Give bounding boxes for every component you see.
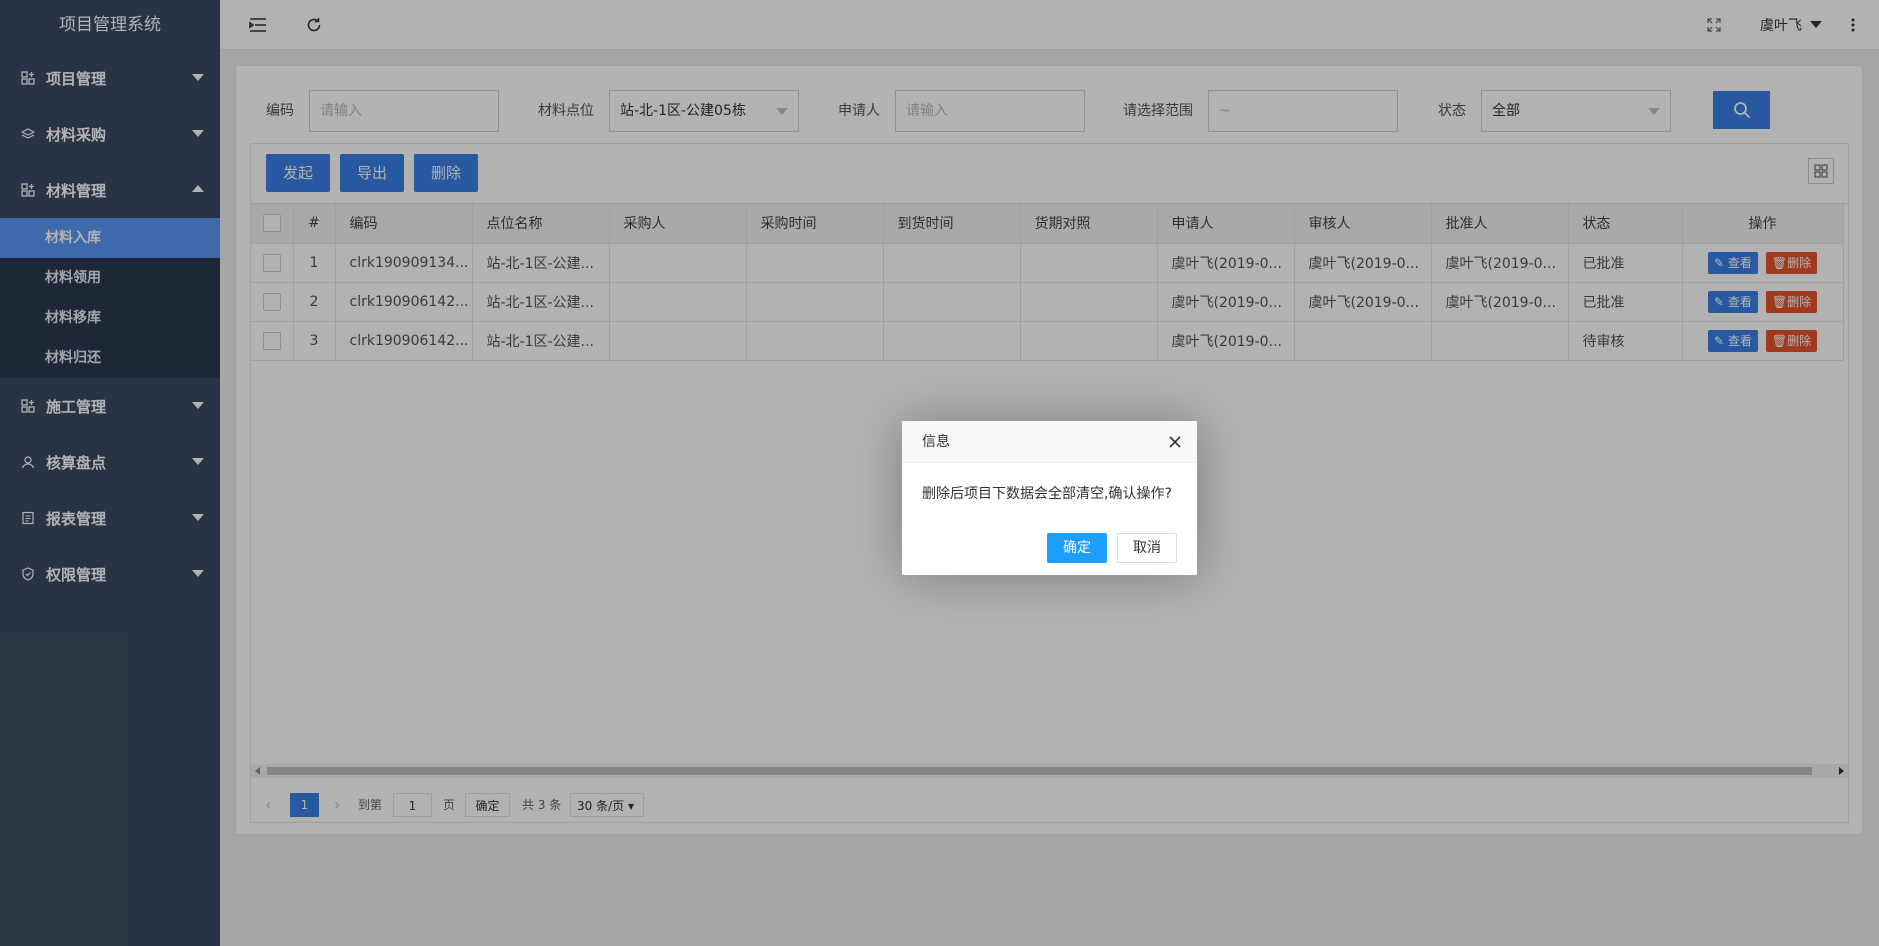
confirm-dialog: 信息 删除后项目下数据会全部清空,确认操作? 确定 取消 xyxy=(902,421,1197,575)
dialog-cancel-button[interactable]: 取消 xyxy=(1117,533,1177,563)
dialog-title: 信息 xyxy=(902,421,1197,463)
close-icon[interactable] xyxy=(1167,434,1183,450)
dialog-message: 删除后项目下数据会全部清空,确认操作? xyxy=(922,486,1172,502)
dialog-confirm-button[interactable]: 确定 xyxy=(1047,533,1107,563)
